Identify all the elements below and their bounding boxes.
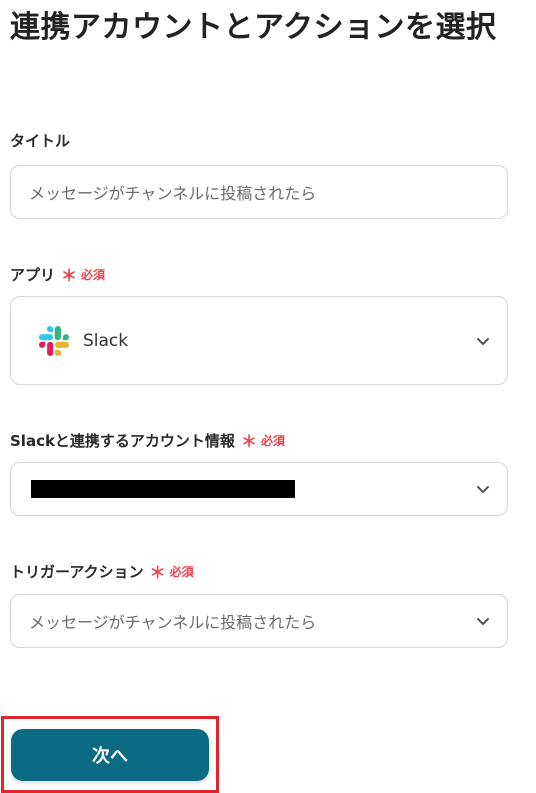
app-select-value: Slack [83, 330, 129, 351]
redacted-account-value [31, 480, 295, 498]
trigger-select-value: メッセージがチャンネルに投稿されたら [29, 613, 317, 632]
trigger-field-label: トリガーアクション ＊ 必須 [10, 559, 194, 583]
title-input[interactable]: メッセージがチャンネルに投稿されたら [10, 165, 508, 219]
trigger-label-text: トリガーアクション [10, 562, 144, 581]
title-input-value: メッセージがチャンネルに投稿されたら [29, 184, 317, 203]
account-field-label: Slackと連携するアカウント情報 ＊ 必須 [10, 428, 285, 452]
required-asterisk: ＊ [240, 432, 257, 451]
app-label-text: アプリ [10, 265, 56, 284]
account-select[interactable] [10, 462, 508, 516]
next-button[interactable]: 次へ [11, 729, 209, 781]
required-badge: 必須 [169, 564, 194, 579]
required-badge: 必須 [81, 267, 106, 282]
required-asterisk: ＊ [61, 266, 78, 285]
trigger-action-select[interactable]: メッセージがチャンネルに投稿されたら [10, 594, 508, 648]
app-select[interactable]: Slack [10, 296, 508, 385]
required-badge: 必須 [260, 433, 285, 448]
account-label-text: Slackと連携するアカウント情報 [10, 431, 235, 450]
title-label-text: タイトル [10, 132, 71, 150]
title-field-label: タイトル [10, 130, 70, 151]
slack-icon [39, 325, 69, 356]
page-title: 連携アカウントとアクションを選択 [10, 10, 497, 45]
app-field-label: アプリ ＊ 必須 [10, 262, 105, 286]
chevron-down-icon [477, 486, 489, 493]
chevron-down-icon [477, 337, 489, 345]
chevron-down-icon [477, 618, 489, 625]
required-asterisk: ＊ [149, 563, 166, 582]
